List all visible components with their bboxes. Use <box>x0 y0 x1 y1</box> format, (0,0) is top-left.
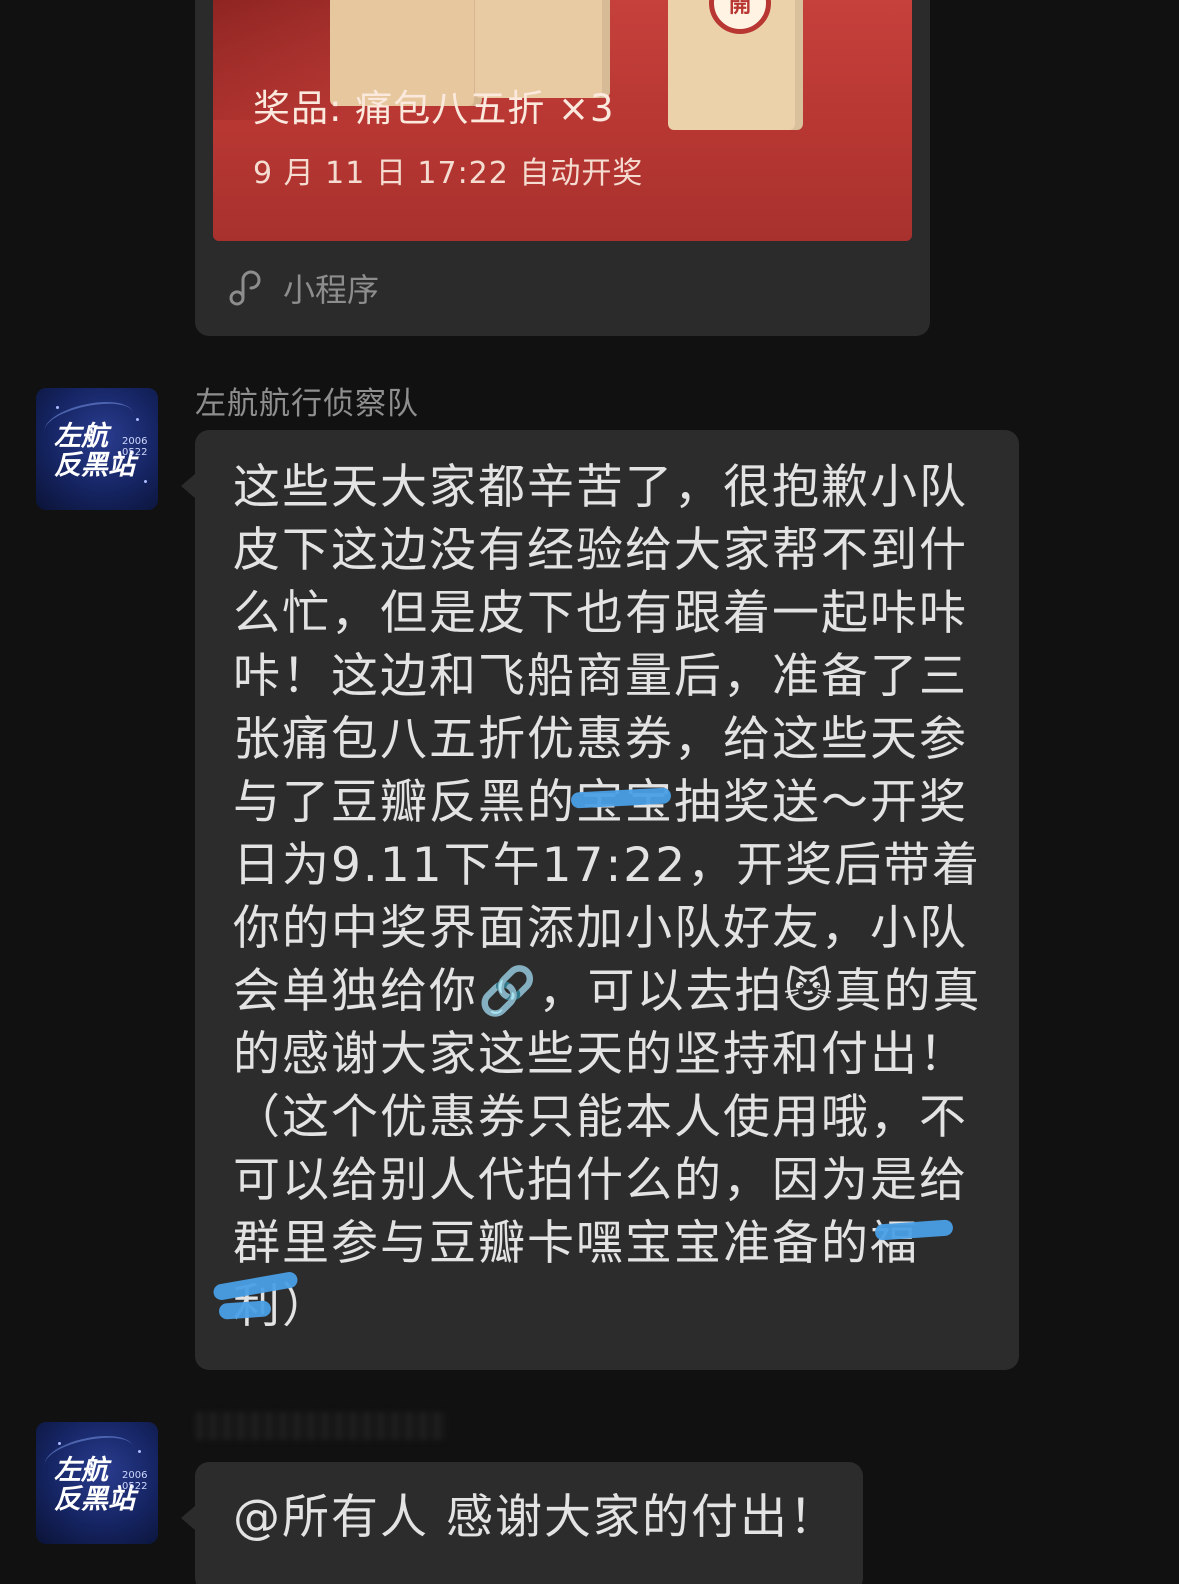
message-bubble[interactable]: 这些天大家都辛苦了，很抱歉小队皮下这边没有经验给大家帮不到什么忙，但是皮下也有跟… <box>181 430 1019 1370</box>
message-bubble[interactable]: @所有人 感谢大家的付出！ <box>181 1462 863 1584</box>
sender-name: 左航航行侦察队 <box>195 386 419 422</box>
draw-time-text: 9 月 11 日 17:22 自动开奖 <box>253 156 644 191</box>
chat-screen: 開 奖品: 痛包八五折 ×3 9 月 11 日 17:22 自动开奖 小程序 左… <box>0 0 1179 1584</box>
lottery-banner[interactable]: 開 奖品: 痛包八五折 ×3 9 月 11 日 17:22 自动开奖 <box>213 0 912 241</box>
star-dot <box>58 1442 61 1445</box>
mini-program-footer: 小程序 <box>229 265 379 311</box>
sender-name-redacted <box>196 1412 446 1440</box>
avatar[interactable]: 左航 反黑站 2006 0522 <box>36 1422 158 1544</box>
mini-program-card[interactable]: 開 奖品: 痛包八五折 ×3 9 月 11 日 17:22 自动开奖 小程序 <box>195 0 930 336</box>
star-dot <box>138 1450 141 1453</box>
message-text: 这些天大家都辛苦了，很抱歉小队皮下这边没有经验给大家帮不到什么忙，但是皮下也有跟… <box>233 460 982 1334</box>
avatar-number: 2006 0522 <box>122 1470 148 1492</box>
avatar-number: 2006 0522 <box>122 436 148 458</box>
prize-text: 奖品: 痛包八五折 ×3 <box>253 87 615 130</box>
link-icon <box>229 270 261 306</box>
message-text: @所有人 感谢大家的付出！ <box>233 1490 838 1545</box>
avatar[interactable]: 左航 反黑站 2006 0522 <box>36 388 158 510</box>
star-dot <box>144 480 147 483</box>
star-dot <box>136 418 139 421</box>
mini-program-label: 小程序 <box>283 271 380 309</box>
star-dot <box>56 406 59 409</box>
